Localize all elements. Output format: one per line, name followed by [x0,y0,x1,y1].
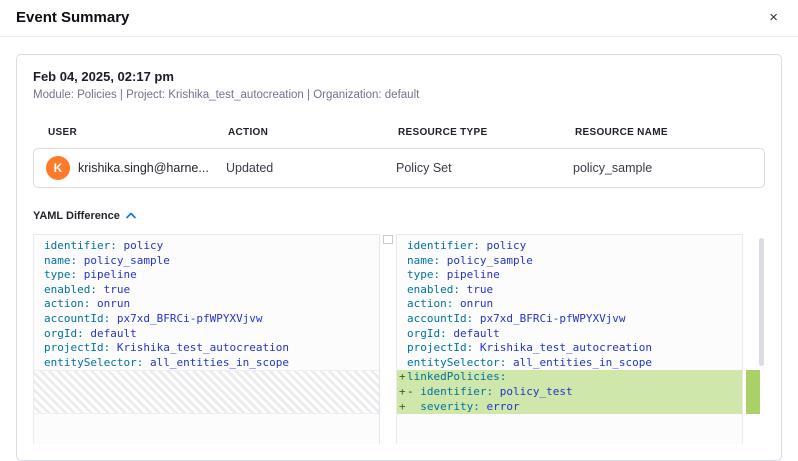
modal-header: Event Summary × [0,0,798,37]
diff-code-line: identifier: policy [34,239,379,254]
diff-added-line: +- identifier: policy_test [397,385,742,400]
diff-code-line: orgId: default [397,327,742,342]
resource-type-cell: Policy Set [396,161,573,175]
diff-code-line: projectId: Krishika_test_autocreation [34,341,379,356]
column-header-resource-name: RESOURCE NAME [575,127,750,138]
yaml-difference-label: YAML Difference [33,210,120,222]
diff-code-line: projectId: Krishika_test_autocreation [397,341,742,356]
chevron-up-icon [126,210,136,222]
diff-code-line: type: pipeline [397,268,742,283]
diff-code-line: accountId: px7xd_BFRCi-pfWPYXVjvw [397,312,742,327]
avatar: K [46,156,70,180]
event-meta: Module: Policies | Project: Krishika_tes… [33,89,765,101]
resource-name-cell: policy_sample [573,161,752,175]
diff-code-line: enabled: true [34,283,379,298]
diff-code-line: accountId: px7xd_BFRCi-pfWPYXVjvw [34,312,379,327]
diff-code-line: action: onrun [397,297,742,312]
event-card: Feb 04, 2025, 02:17 pm Module: Policies … [16,54,782,461]
diff-code-line: enabled: true [397,283,742,298]
close-icon: × [769,9,778,26]
diff-minimap [743,234,765,444]
yaml-diff-viewer: identifier: policyname: policy_sampletyp… [33,234,765,444]
diff-gutter [380,234,396,444]
diff-code-line: type: pipeline [34,268,379,283]
event-timestamp: Feb 04, 2025, 02:17 pm [33,69,765,84]
diff-code-line: name: policy_sample [397,254,742,269]
table-row[interactable]: K krishika.singh@harne... Updated Policy… [33,148,765,188]
diff-pane-left[interactable]: identifier: policyname: policy_sampletyp… [33,234,380,444]
diff-code-line: entitySelector: all_entities_in_scope [397,356,742,371]
diff-code-line: orgId: default [34,327,379,342]
yaml-difference-toggle[interactable]: YAML Difference [33,210,136,222]
column-header-action: ACTION [228,127,398,138]
diff-added-line: +linkedPolicies: [397,370,742,385]
column-header-resource-type: RESOURCE TYPE [398,127,575,138]
event-summary-modal: Event Summary × Feb 04, 2025, 02:17 pm M… [0,0,798,461]
column-header-user: USER [48,127,228,138]
close-button[interactable]: × [765,8,782,27]
diff-add-marker: + [399,385,406,400]
user-email: krishika.singh@harne... [78,161,209,175]
audit-table-header: USER ACTION RESOURCE TYPE RESOURCE NAME [33,127,765,138]
diff-code-line: name: policy_sample [34,254,379,269]
diff-added-line: + severity: error [397,400,742,415]
diff-code-line: identifier: policy [397,239,742,254]
diff-code-line: entitySelector: all_entities_in_scope [34,356,379,371]
action-cell: Updated [226,161,396,175]
user-cell: K krishika.singh@harne... [46,156,226,180]
diff-add-marker: + [399,400,406,415]
diff-add-marker: + [399,370,406,385]
scrollbar-thumb[interactable] [759,238,764,366]
modal-title: Event Summary [16,9,129,26]
diff-gutter-handle[interactable] [383,235,393,244]
diff-collapsed-placeholder [34,370,379,414]
diff-pane-right[interactable]: identifier: policyname: policy_sampletyp… [396,234,743,444]
diff-change-marker[interactable] [746,370,760,414]
diff-code-line: action: onrun [34,297,379,312]
